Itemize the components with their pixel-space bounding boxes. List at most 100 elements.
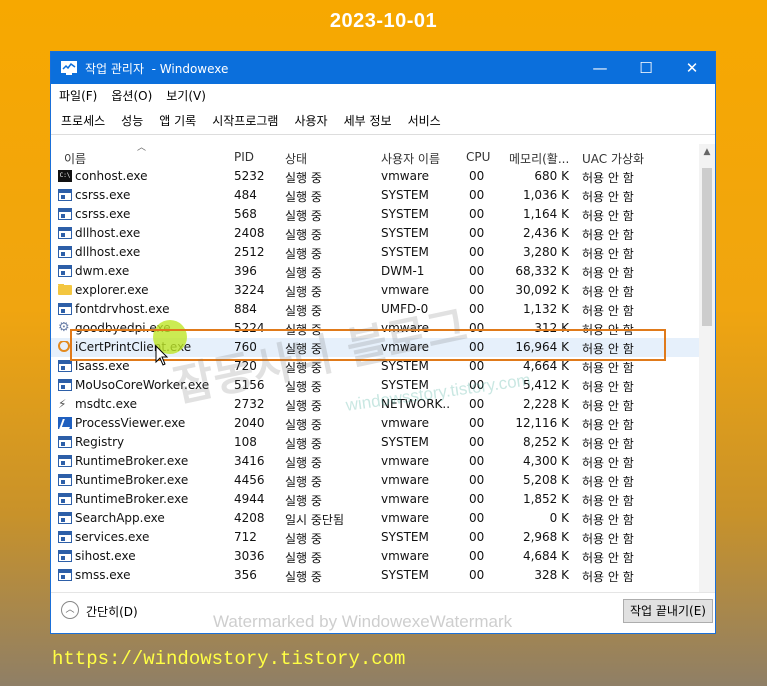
process-uac: 허용 안 함 xyxy=(582,209,634,223)
process-uac: 허용 안 함 xyxy=(582,304,634,318)
collapse-button[interactable]: 간단히(D) xyxy=(86,603,138,620)
process-user: SYSTEM xyxy=(381,207,429,221)
process-cpu: 00 xyxy=(469,530,485,544)
process-pid: 2512 xyxy=(234,245,265,259)
menu-file[interactable]: 파일(F) xyxy=(59,87,97,104)
table-row[interactable]: ProcessViewer.exe 2040 실행 중 vmware 00 12,116 … xyxy=(51,414,715,433)
vertical-scrollbar[interactable]: ▲ ▼ xyxy=(699,144,715,633)
process-cpu: 00 xyxy=(469,169,485,183)
tab-details[interactable]: 세부 정보 xyxy=(342,108,394,133)
table-row[interactable]: RuntimeBroker.exe 3416 실행 중 vmware 00 4,300 K… xyxy=(51,452,715,471)
table-row[interactable]: C:\ conhost.exe 5232 실행 중 vmware 00 680 K 허용 안 … xyxy=(51,167,715,186)
tab-services[interactable]: 서비스 xyxy=(406,108,443,133)
process-status: 실행 중 xyxy=(285,247,322,261)
process-cpu: 00 xyxy=(469,568,485,582)
process-cpu: 00 xyxy=(469,435,485,449)
tab-bar: 프로세스 성능 앱 기록 시작프로그램 사용자 세부 정보 서비스 xyxy=(51,106,715,135)
exe-icon xyxy=(58,493,72,505)
process-status: 일시 중단됨 xyxy=(285,513,345,527)
window-title: 작업 관리자 - Windowexe xyxy=(85,61,229,76)
menu-view[interactable]: 보기(V) xyxy=(166,87,206,104)
menu-options[interactable]: 옵션(O) xyxy=(111,87,152,104)
process-pid: 3036 xyxy=(234,549,265,563)
tab-startup[interactable]: 시작프로그램 xyxy=(210,108,280,133)
process-status: 실행 중 xyxy=(285,171,322,185)
process-name: fontdrvhost.exe xyxy=(75,302,170,316)
table-row[interactable]: dwm.exe 396 실행 중 DWM-1 00 68,332 K 허용 안 함 xyxy=(51,262,715,281)
process-uac: 허용 안 함 xyxy=(582,532,634,546)
process-memory: 2,968 K xyxy=(522,530,569,544)
table-row[interactable]: dllhost.exe 2512 실행 중 SYSTEM 00 3,280 K 허용 안 함 xyxy=(51,243,715,262)
process-memory: 12,116 K xyxy=(515,416,569,430)
process-cpu: 00 xyxy=(469,454,485,468)
process-uac: 허용 안 함 xyxy=(582,456,634,470)
table-row[interactable]: RuntimeBroker.exe 4944 실행 중 vmware 00 1,852 K… xyxy=(51,490,715,509)
table-row[interactable]: csrss.exe 484 실행 중 SYSTEM 00 1,036 K 허용 안 함 xyxy=(51,186,715,205)
pv-icon xyxy=(58,417,72,429)
process-memory: 30,092 K xyxy=(515,283,569,297)
column-header-memory[interactable]: 메모리(활... xyxy=(509,150,569,167)
process-pid: 484 xyxy=(234,188,257,202)
process-cpu: 00 xyxy=(469,188,485,202)
process-name: services.exe xyxy=(75,530,150,544)
table-row[interactable]: dllhost.exe 2408 실행 중 SYSTEM 00 2,436 K 허용 안 함 xyxy=(51,224,715,243)
table-row[interactable]: smss.exe 356 실행 중 SYSTEM 00 328 K 허용 안 함 xyxy=(51,566,715,585)
process-uac: 허용 안 함 xyxy=(582,475,634,489)
column-header-cpu[interactable]: CPU xyxy=(466,150,490,164)
process-memory: 1,164 K xyxy=(522,207,569,221)
table-row[interactable]: SearchApp.exe 4208 일시 중단됨 vmware 00 0 K 허용 안 함 xyxy=(51,509,715,528)
close-button[interactable]: ✕ xyxy=(669,52,715,84)
scroll-up-icon[interactable]: ▲ xyxy=(699,144,715,160)
process-user: DWM-1 xyxy=(381,264,425,278)
chevron-up-icon[interactable]: ︿ xyxy=(61,601,79,619)
table-row[interactable]: csrss.exe 568 실행 중 SYSTEM 00 1,164 K 허용 안 함 xyxy=(51,205,715,224)
process-user: SYSTEM xyxy=(381,188,429,202)
process-name: RuntimeBroker.exe xyxy=(75,473,189,487)
process-name: csrss.exe xyxy=(75,188,131,202)
process-cpu: 00 xyxy=(469,473,485,487)
exe-icon xyxy=(58,360,72,372)
column-header-pid[interactable]: PID xyxy=(234,150,254,164)
process-uac: 허용 안 함 xyxy=(582,513,634,527)
process-pid: 108 xyxy=(234,435,257,449)
process-pid: 4208 xyxy=(234,511,265,525)
process-uac: 허용 안 함 xyxy=(582,380,634,394)
exe-icon xyxy=(58,189,72,201)
tab-performance[interactable]: 성능 xyxy=(119,108,145,133)
exe-icon xyxy=(58,569,72,581)
process-uac: 허용 안 함 xyxy=(582,551,634,565)
process-user: SYSTEM xyxy=(381,226,429,240)
tab-app-history[interactable]: 앱 기록 xyxy=(157,108,198,133)
process-user: vmware xyxy=(381,549,430,563)
process-pid: 2408 xyxy=(234,226,265,240)
process-uac: 허용 안 함 xyxy=(582,247,634,261)
exe-icon xyxy=(58,227,72,239)
process-memory: 8,252 K xyxy=(522,435,569,449)
table-row[interactable]: sihost.exe 3036 실행 중 vmware 00 4,684 K 허용 안 함 xyxy=(51,547,715,566)
process-status: 실행 중 xyxy=(285,494,322,508)
title-bar[interactable]: 작업 관리자 - Windowexe — ☐ ✕ xyxy=(51,52,715,84)
process-name: smss.exe xyxy=(75,568,131,582)
process-user: SYSTEM xyxy=(381,530,429,544)
column-header-name[interactable]: 이름 xyxy=(64,150,86,167)
column-header-uac[interactable]: UAC 가상화 xyxy=(582,150,644,167)
process-name: explorer.exe xyxy=(75,283,149,297)
process-cpu: 00 xyxy=(469,397,485,411)
process-pid: 5232 xyxy=(234,169,265,183)
table-row[interactable]: services.exe 712 실행 중 SYSTEM 00 2,968 K 허용 안 함 xyxy=(51,528,715,547)
column-header-row: ︿ 이름 PID 상태 사용자 이름 CPU 메모리(활... UAC 가상화 xyxy=(51,143,715,168)
column-header-status[interactable]: 상태 xyxy=(285,150,307,167)
column-header-user[interactable]: 사용자 이름 xyxy=(381,150,440,167)
end-task-button[interactable]: 작업 끝내기(E) xyxy=(623,599,713,623)
tab-processes[interactable]: 프로세스 xyxy=(59,108,107,133)
table-row[interactable]: Registry 108 실행 중 SYSTEM 00 8,252 K 허용 안 함 xyxy=(51,433,715,452)
process-user: SYSTEM xyxy=(381,245,429,259)
maximize-button[interactable]: ☐ xyxy=(623,52,669,84)
table-row[interactable]: RuntimeBroker.exe 4456 실행 중 vmware 00 5,208 K… xyxy=(51,471,715,490)
process-uac: 허용 안 함 xyxy=(582,437,634,451)
table-row[interactable]: explorer.exe 3224 실행 중 vmware 00 30,092 K 허용 안… xyxy=(51,281,715,300)
tab-users[interactable]: 사용자 xyxy=(292,108,329,133)
minimize-button[interactable]: — xyxy=(577,52,623,84)
process-uac: 허용 안 함 xyxy=(582,266,634,280)
scroll-thumb[interactable] xyxy=(702,168,712,326)
